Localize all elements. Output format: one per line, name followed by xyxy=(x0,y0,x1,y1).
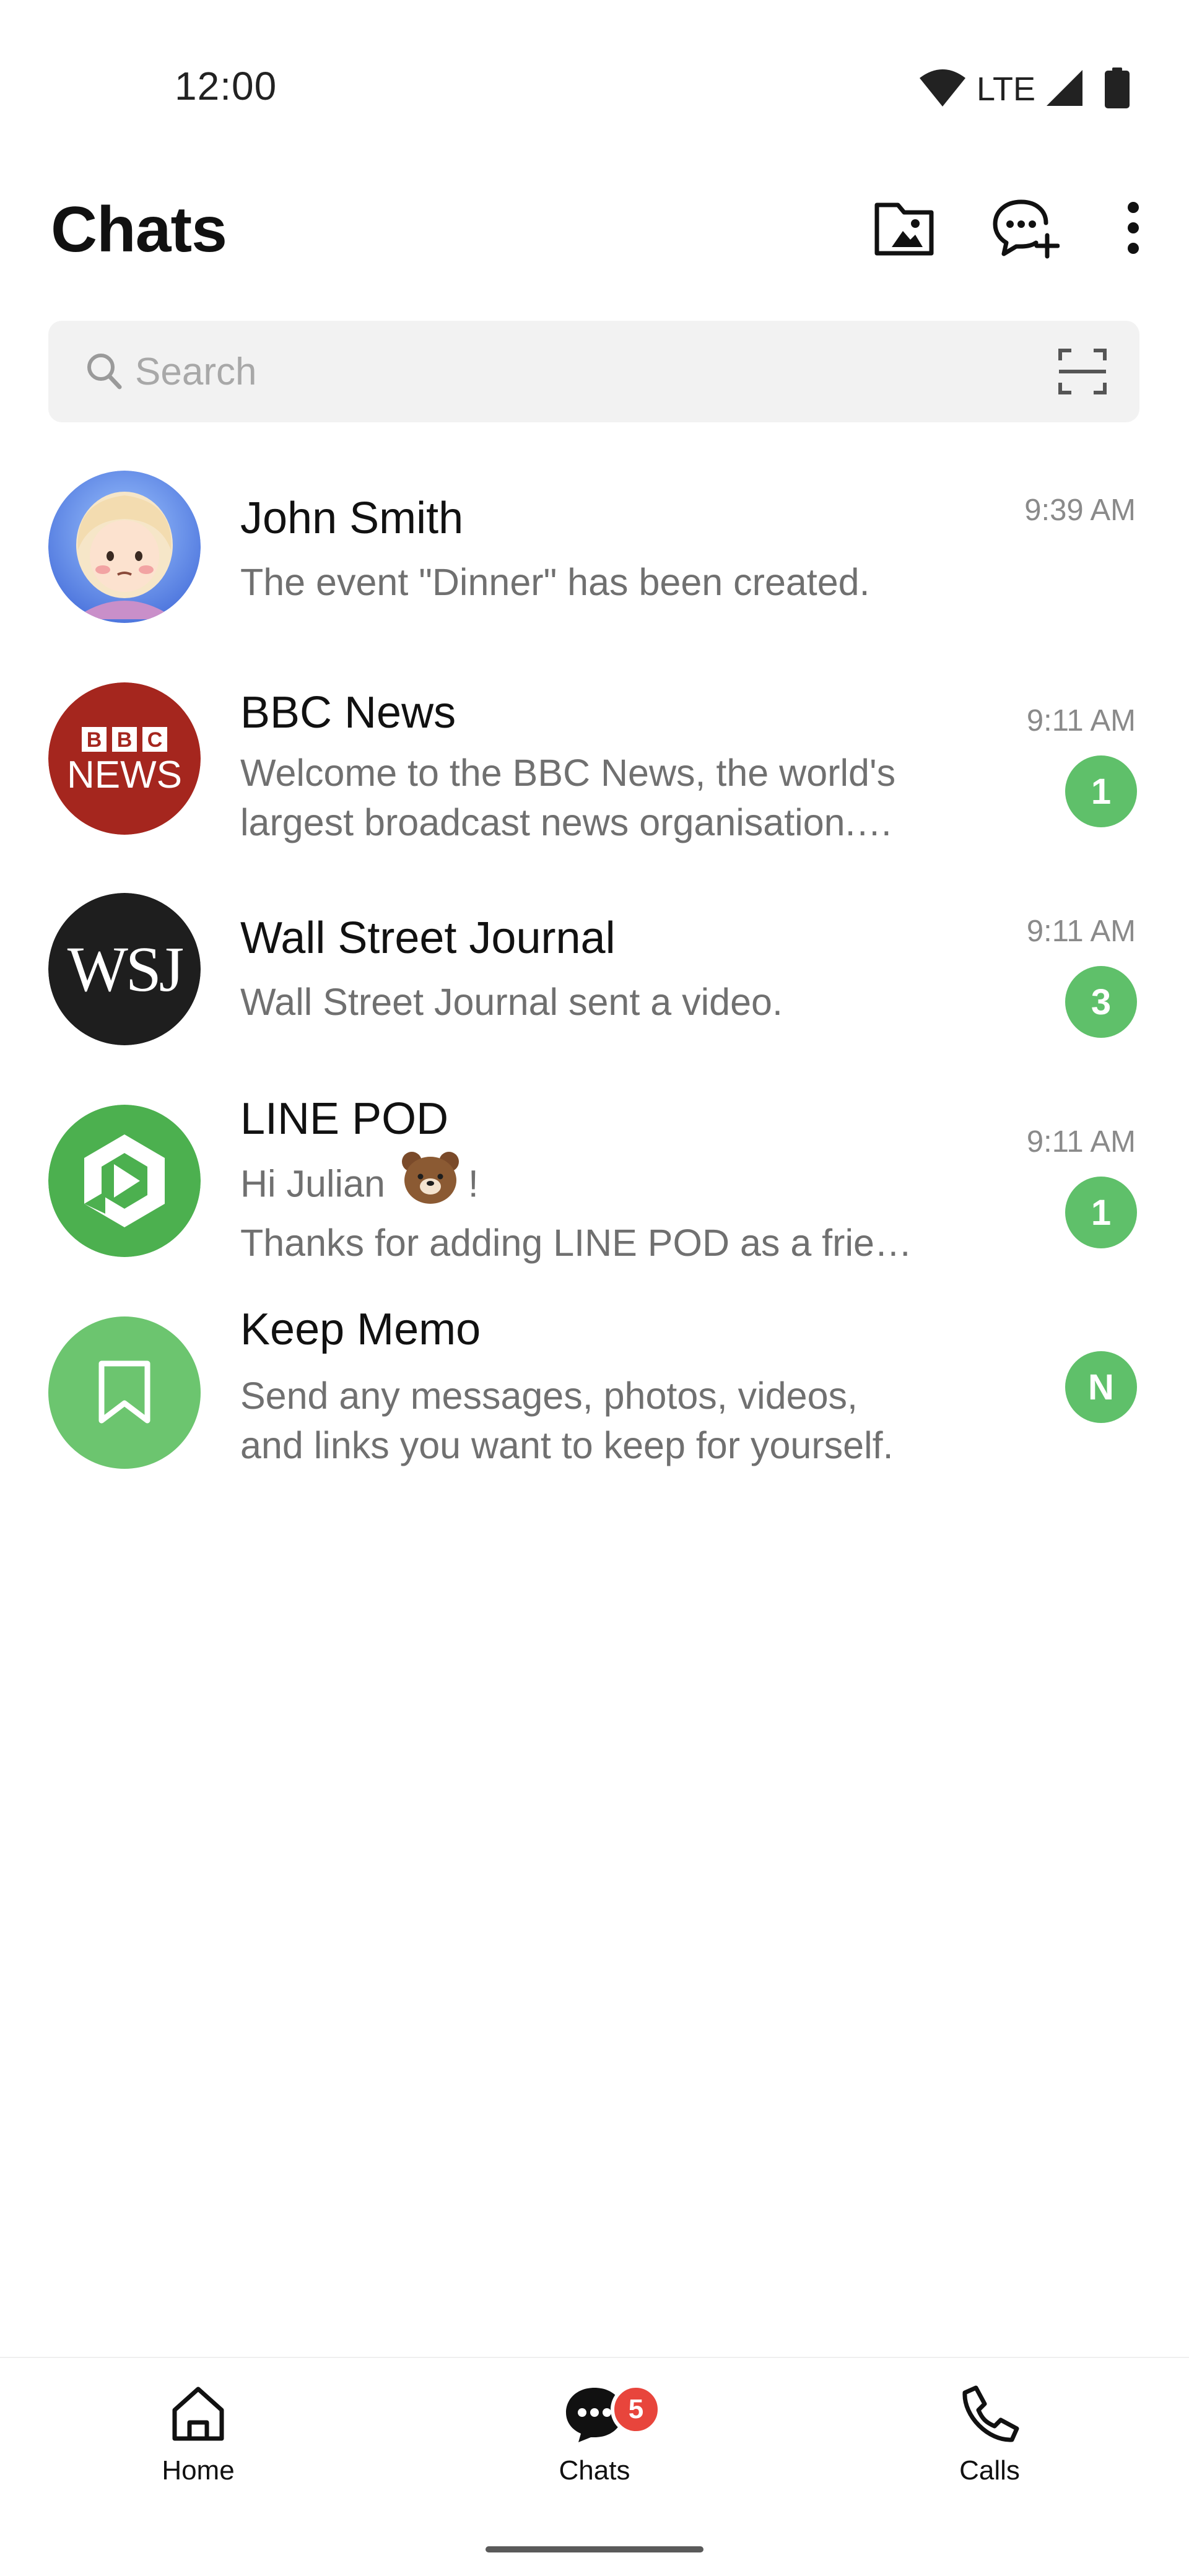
home-icon xyxy=(168,2384,228,2447)
bottom-nav: Home Chats 5 Calls xyxy=(0,2357,1189,2576)
bbc-logo-letter: B xyxy=(117,728,133,752)
battery-icon xyxy=(1105,67,1130,111)
chat-preview-line: largest broadcast news organisation.… xyxy=(240,801,894,843)
search-bar xyxy=(48,321,1139,422)
chat-preview: Wall Street Journal sent a video. xyxy=(240,977,934,1027)
wsj-logo-text: WSJ xyxy=(68,934,183,1005)
chat-preview-line: Thanks for adding LINE POD as a frie… xyxy=(240,1222,912,1264)
new-chat-icon xyxy=(991,197,1060,262)
chat-name: BBC News xyxy=(240,688,456,738)
chat-item-bbc-news[interactable]: B B C NEWS BBC News Welcome to the BBC N… xyxy=(0,669,1189,879)
new-chat-button[interactable] xyxy=(991,197,1060,262)
chat-item-keep-memo[interactable]: Keep Memo Send any messages, photos, vid… xyxy=(0,1300,1189,1511)
bookmark-icon xyxy=(97,1360,152,1427)
chat-preview: The event "Dinner" has been created. xyxy=(240,557,934,607)
chat-preview-text: Hi Julian xyxy=(240,1162,385,1205)
new-badge: N xyxy=(1065,1351,1137,1423)
avatar: WSJ xyxy=(48,893,201,1045)
chat-preview: Welcome to the BBC News, the world's lar… xyxy=(240,748,934,847)
home-indicator[interactable] xyxy=(486,2546,703,2552)
avatar xyxy=(48,1105,201,1257)
chat-preview: Hi Julian ! Thanks for adding LINE POD a… xyxy=(240,1149,934,1268)
status-icons: LTE xyxy=(918,64,1130,114)
chat-time: 9:39 AM xyxy=(1024,494,1136,527)
chat-item-wall-street-journal[interactable]: WSJ Wall Street Journal Wall Street Jour… xyxy=(0,879,1189,1090)
chat-preview-line: Welcome to the BBC News, the world's xyxy=(240,752,896,794)
header-actions xyxy=(872,197,1152,261)
more-options-button[interactable] xyxy=(1115,197,1152,261)
nav-home[interactable]: Home xyxy=(105,2384,291,2508)
nav-chats[interactable]: Chats 5 xyxy=(502,2384,687,2508)
chat-time: 9:11 AM xyxy=(1026,915,1136,948)
chat-preview-line: and links you want to keep for yourself. xyxy=(240,1424,894,1466)
phone-icon xyxy=(960,2384,1019,2447)
chat-name: John Smith xyxy=(240,494,464,543)
network-type: LTE xyxy=(976,71,1035,108)
page-title: Chats xyxy=(51,194,227,266)
chat-name: Keep Memo xyxy=(240,1305,481,1354)
cellular-signal-icon xyxy=(1045,69,1084,110)
chat-preview-line: Wall Street Journal sent a video. xyxy=(240,981,783,1023)
unread-badge: 1 xyxy=(1065,755,1137,827)
chat-preview-line: Send any messages, photos, videos, xyxy=(240,1375,858,1417)
chat-preview: Send any messages, photos, videos, and l… xyxy=(240,1371,934,1470)
bear-emoji-icon xyxy=(401,1149,460,1224)
chat-name: LINE POD xyxy=(240,1094,449,1144)
nav-label: Home xyxy=(162,2455,235,2486)
avatar xyxy=(48,1316,201,1469)
unread-badge: 1 xyxy=(1065,1177,1137,1248)
avatar: B B C NEWS xyxy=(48,682,201,835)
chat-preview-line: Hi Julian ! xyxy=(240,1149,934,1224)
bbc-logo-letter: B xyxy=(87,728,102,752)
nav-label: Chats xyxy=(559,2455,630,2486)
chat-time: 9:11 AM xyxy=(1026,704,1136,738)
chat-folder-button[interactable] xyxy=(872,197,936,261)
search-icon xyxy=(85,352,123,393)
bbc-logo-letter: C xyxy=(147,728,163,752)
nav-label: Calls xyxy=(959,2455,1020,2486)
chat-folder-icon xyxy=(873,199,935,260)
nav-badge: 5 xyxy=(611,2384,661,2435)
chat-item-line-pod[interactable]: LINE POD Hi Julian ! Thanks for adding L… xyxy=(0,1090,1189,1300)
status-time: 12:00 xyxy=(175,64,277,108)
avatar xyxy=(48,471,201,623)
chat-preview-text: ! xyxy=(468,1162,479,1205)
bbc-logo-news: NEWS xyxy=(67,754,182,796)
chats-screen: 12:00 LTE Chats Search John Smith The ev… xyxy=(0,0,1189,2576)
wifi-icon xyxy=(918,68,967,111)
chat-name: Wall Street Journal xyxy=(240,913,616,963)
search-input[interactable] xyxy=(134,339,1001,404)
chat-time: 9:11 AM xyxy=(1026,1125,1136,1159)
scan-icon[interactable] xyxy=(1056,346,1108,398)
more-options-icon xyxy=(1127,201,1139,258)
chat-item-john-smith[interactable]: John Smith The event "Dinner" has been c… xyxy=(0,458,1189,669)
unread-badge: 3 xyxy=(1065,966,1137,1038)
chat-preview-line: The event "Dinner" has been created. xyxy=(240,561,870,603)
nav-calls[interactable]: Calls xyxy=(897,2384,1082,2508)
